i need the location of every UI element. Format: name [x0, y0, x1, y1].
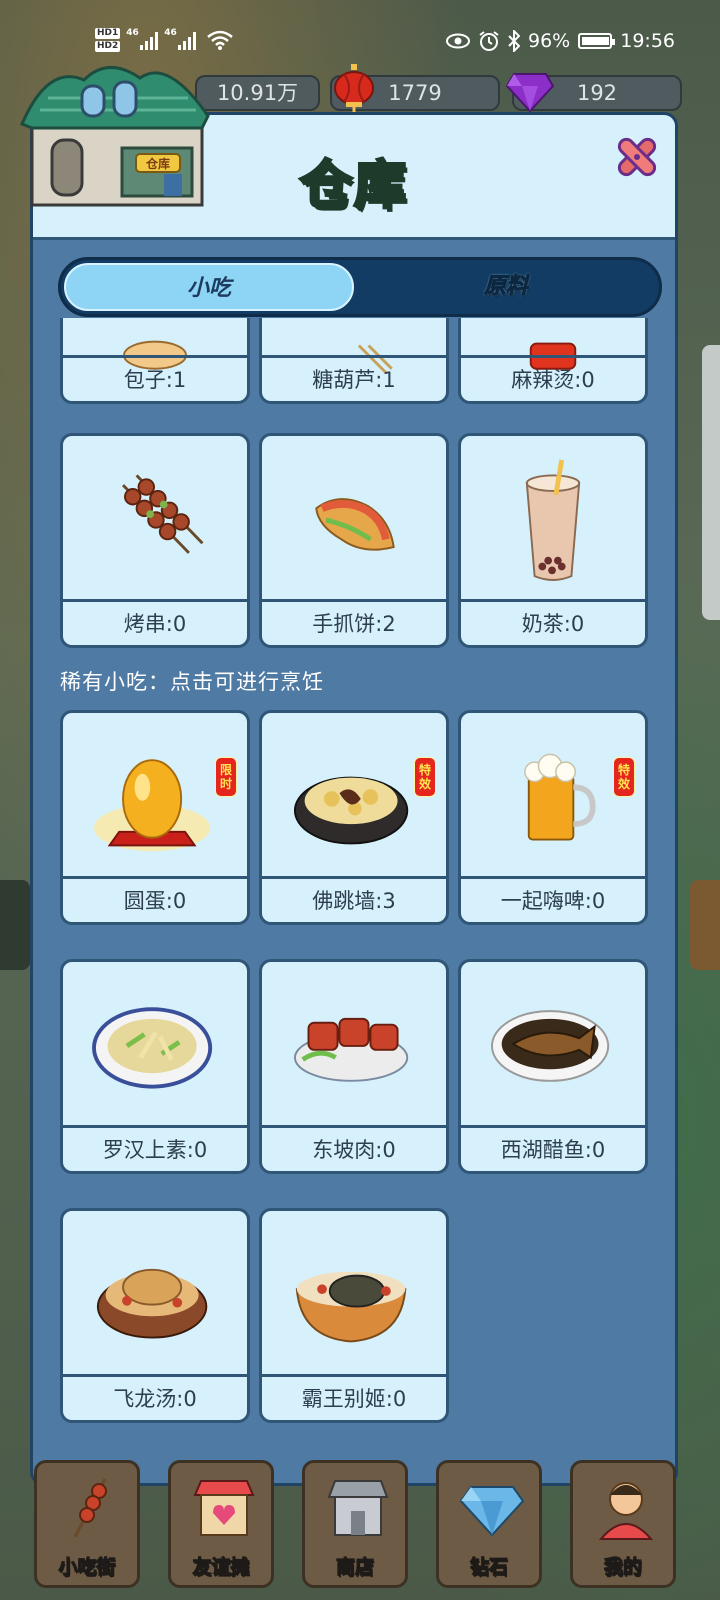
item-card-malatang[interactable]: 麻辣烫:0 — [458, 318, 648, 404]
item-label: 奶茶:0 — [461, 599, 645, 645]
item-label: 一起嗨啤:0 — [461, 876, 645, 922]
shop-icon — [327, 1480, 389, 1536]
item-label: 糖葫芦:1 — [262, 355, 446, 401]
item-scroll-area[interactable]: 包子:1 糖葫芦:1 麻辣烫:0 烤串:0 手抓饼:2 奶茶:0 稀有小吃：点击… — [30, 318, 678, 1432]
item-card-dongpo[interactable]: 东坡肉:0 — [259, 959, 449, 1174]
item-card-feilong-soup[interactable]: 飞龙汤:0 — [60, 1208, 250, 1423]
signal-icon: 46 — [126, 28, 159, 50]
warehouse-building-icon: 仓库 — [20, 66, 210, 207]
item-card-beer[interactable]: 特效 一起嗨啤:0 — [458, 710, 648, 925]
item-label: 手抓饼:2 — [262, 599, 446, 645]
bluetooth-icon — [508, 30, 520, 52]
item-label: 东坡肉:0 — [262, 1125, 446, 1171]
hd2-label: HD2 — [95, 41, 121, 52]
battery-icon — [578, 33, 616, 49]
nav-label: 小吃街 — [58, 1556, 116, 1579]
signal-icon-2: 46 — [164, 28, 197, 50]
gem-icon — [506, 73, 554, 112]
friend-stall-icon — [193, 1480, 255, 1536]
item-label: 罗汉上素:0 — [63, 1125, 247, 1171]
hd1-label: HD1 — [95, 28, 121, 39]
diamond-icon — [459, 1486, 525, 1537]
wifi-icon — [207, 30, 234, 50]
tab-ingredients[interactable]: 原料 — [361, 263, 651, 311]
tab-snacks[interactable]: 小吃 — [64, 263, 354, 311]
nav-friend-stall[interactable]: 友谊摊 — [168, 1460, 274, 1588]
west-lake-fish-icon — [491, 1010, 610, 1082]
item-card-fotiaoqiang[interactable]: 特效 佛跳墙:3 — [259, 710, 449, 925]
special-effect-badge: 特效 — [414, 757, 436, 797]
nav-shop[interactable]: 商店 — [302, 1460, 408, 1588]
background-side-handle — [702, 345, 720, 620]
item-card-milk-tea[interactable]: 奶茶:0 — [458, 433, 648, 648]
item-card-west-lake-fish[interactable]: 西湖醋鱼:0 — [458, 959, 648, 1174]
status-right: 96% 19:56 — [446, 30, 675, 52]
nav-label: 友谊摊 — [192, 1556, 250, 1579]
bawang-bieji-icon — [295, 1271, 407, 1343]
nav-profile[interactable]: 我的 — [570, 1460, 676, 1588]
item-label: 飞龙汤:0 — [63, 1374, 247, 1420]
kebab-street-icon — [73, 1478, 107, 1538]
nav-label: 我的 — [603, 1556, 642, 1579]
status-left: HD1 HD2 46 46 — [95, 28, 234, 52]
item-label: 霸王别姬:0 — [262, 1374, 446, 1420]
item-card-pancake[interactable]: 手抓饼:2 — [259, 433, 449, 648]
milk-tea-icon — [525, 459, 581, 581]
signal2-label: 46 — [164, 28, 177, 38]
nav-label: 商店 — [335, 1556, 374, 1579]
bottom-navigation: 小吃街 友谊摊 商店 钻石 我的 — [0, 1458, 720, 1600]
nav-diamond[interactable]: 钻石 — [436, 1460, 542, 1588]
item-card-luohan[interactable]: 罗汉上素:0 — [60, 959, 250, 1174]
category-tabs: 小吃 原料 — [58, 257, 662, 317]
close-button[interactable] — [613, 133, 661, 181]
item-card-golden-egg[interactable]: 限时 圆蛋:0 — [60, 710, 250, 925]
rare-section-title: 稀有小吃：点击可进行烹饪 — [60, 670, 324, 694]
kebab-icon — [122, 474, 204, 554]
pancake-icon — [315, 498, 395, 551]
profile-icon — [598, 1482, 654, 1540]
nav-label: 钻石 — [469, 1556, 508, 1579]
item-label: 麻辣烫:0 — [461, 355, 645, 401]
background-right-widget — [690, 880, 720, 970]
luohan-vegetable-icon — [92, 1007, 213, 1089]
item-card-tanghulu[interactable]: 糖葫芦:1 — [259, 318, 449, 404]
special-effect-badge: 特效 — [613, 757, 635, 797]
dongpo-pork-icon — [293, 1017, 409, 1082]
item-label: 圆蛋:0 — [63, 876, 247, 922]
item-card-baozi[interactable]: 包子:1 — [60, 318, 250, 404]
item-card-kebab[interactable]: 烤串:0 — [60, 433, 250, 648]
feilong-soup-icon — [96, 1268, 208, 1339]
lantern-icon — [334, 64, 374, 112]
warehouse-sign-text: 仓库 — [145, 156, 170, 171]
nav-snack-street[interactable]: 小吃街 — [34, 1460, 140, 1588]
limited-time-badge: 限时 — [215, 757, 237, 797]
eye-icon — [446, 33, 470, 49]
item-label: 烤串:0 — [63, 599, 247, 645]
item-label: 佛跳墙:3 — [262, 876, 446, 922]
background-left-widget — [0, 880, 30, 970]
item-label: 西湖醋鱼:0 — [461, 1125, 645, 1171]
signal1-label: 46 — [126, 28, 139, 38]
alarm-icon — [479, 31, 499, 51]
battery-percent: 96% — [528, 30, 571, 52]
item-label: 包子:1 — [63, 355, 247, 401]
hd-indicator: HD1 HD2 — [95, 28, 121, 52]
clock: 19:56 — [620, 30, 675, 52]
item-card-bawang-bieji[interactable]: 霸王别姬:0 — [259, 1208, 449, 1423]
